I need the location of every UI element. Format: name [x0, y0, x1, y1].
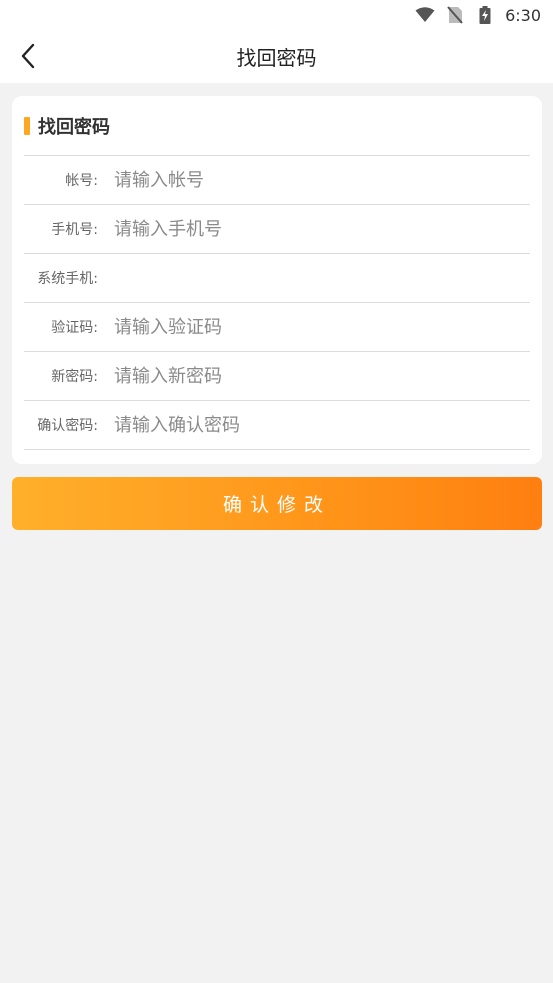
new-password-label: 新密码:: [51, 369, 98, 385]
wifi-icon: [415, 6, 435, 24]
code-row: 验证码:: [24, 303, 530, 352]
confirm-password-label: 确认密码:: [37, 418, 98, 434]
no-sim-icon: [445, 6, 465, 24]
battery-charging-icon: [475, 6, 495, 24]
verification-code-input[interactable]: [114, 307, 530, 347]
phone-input[interactable]: [114, 209, 530, 249]
status-bar: 6:30: [0, 0, 553, 30]
chevron-left-icon: [21, 43, 35, 69]
status-time: 6:30: [505, 5, 541, 25]
system-phone-row: 系统手机:: [24, 254, 530, 303]
section-accent-bar: [24, 116, 30, 135]
back-button[interactable]: [12, 40, 44, 72]
phone-row: 手机号:: [24, 205, 530, 254]
account-row: 帐号:: [24, 156, 530, 205]
code-label: 验证码:: [51, 320, 98, 336]
confirm-change-button[interactable]: 确认修改: [12, 477, 542, 530]
account-label: 帐号:: [65, 173, 98, 189]
confirm-password-row: 确认密码:: [24, 401, 530, 450]
phone-label: 手机号:: [51, 222, 98, 238]
card-header: 找回密码: [24, 96, 530, 156]
nav-bar: 找回密码: [0, 30, 553, 83]
system-phone-label: 系统手机:: [37, 271, 98, 287]
page-title: 找回密码: [236, 46, 317, 70]
card-title: 找回密码: [38, 116, 110, 138]
confirm-password-input[interactable]: [114, 405, 530, 445]
reset-password-card: 找回密码 帐号: 手机号: 系统手机: 验证码: 新密码: 确认密码:: [12, 96, 542, 464]
new-password-row: 新密码:: [24, 352, 530, 401]
account-input[interactable]: [114, 160, 530, 200]
new-password-input[interactable]: [114, 356, 530, 396]
